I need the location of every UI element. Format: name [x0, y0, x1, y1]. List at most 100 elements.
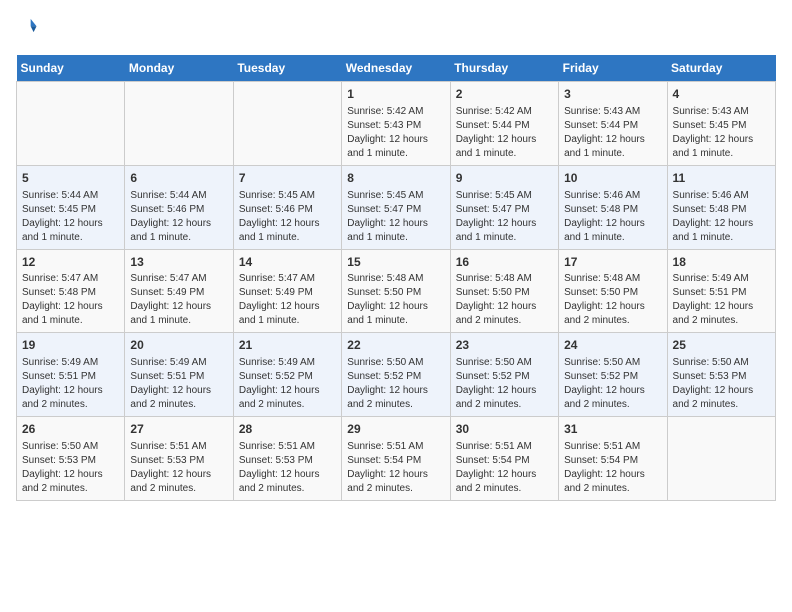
calendar-cell: 18Sunrise: 5:49 AM Sunset: 5:51 PM Dayli…	[667, 249, 775, 333]
calendar-cell: 12Sunrise: 5:47 AM Sunset: 5:48 PM Dayli…	[17, 249, 125, 333]
calendar-cell: 1 Sunrise: 5:42 AM Sunset: 5:43 PM Daylig…	[342, 82, 450, 166]
calendar-cell: 30 Sunrise: 5:51 AM Sunset: 5:54 PM Dayli…	[450, 417, 558, 501]
day-info: Sunrise: 5:46 AM Sunset: 5:48 PM Dayligh…	[673, 189, 770, 245]
calendar-cell: 25 Sunrise: 5:50 AM Sunset: 5:53 PM Dayli…	[667, 333, 775, 417]
day-number: 27	[130, 421, 227, 438]
day-number: 19	[22, 337, 119, 354]
day-number: 20	[130, 337, 227, 354]
day-number: 13	[130, 254, 227, 271]
day-number: 11	[673, 170, 770, 187]
day-number: 10	[564, 170, 661, 187]
calendar-week-row: 12Sunrise: 5:47 AM Sunset: 5:48 PM Dayli…	[17, 249, 776, 333]
calendar-cell: 23 Sunrise: 5:50 AM Sunset: 5:52 PM Dayli…	[450, 333, 558, 417]
day-number: 26	[22, 421, 119, 438]
day-number: 24	[564, 337, 661, 354]
logo	[16, 16, 40, 43]
calendar-cell: 27 Sunrise: 5:51 AM Sunset: 5:53 PM Dayli…	[125, 417, 233, 501]
day-info: Sunrise: 5:50 AM Sunset: 5:53 PM Dayligh…	[673, 356, 770, 412]
day-number: 28	[239, 421, 336, 438]
calendar-cell: 13Sunrise: 5:47 AM Sunset: 5:49 PM Dayli…	[125, 249, 233, 333]
day-info: Sunrise: 5:49 AM Sunset: 5:51 PM Dayligh…	[130, 356, 227, 412]
day-info: Sunrise: 5:51 AM Sunset: 5:54 PM Dayligh…	[347, 440, 444, 496]
calendar-cell: 6Sunrise: 5:44 AM Sunset: 5:46 PM Daylig…	[125, 165, 233, 249]
calendar-cell: 7 Sunrise: 5:45 AM Sunset: 5:46 PM Daylig…	[233, 165, 341, 249]
calendar-cell: 10 Sunrise: 5:46 AM Sunset: 5:48 PM Dayli…	[559, 165, 667, 249]
day-info: Sunrise: 5:43 AM Sunset: 5:45 PM Dayligh…	[673, 105, 770, 161]
calendar-cell	[667, 417, 775, 501]
calendar-cell: 29 Sunrise: 5:51 AM Sunset: 5:54 PM Dayli…	[342, 417, 450, 501]
calendar-cell: 21 Sunrise: 5:49 AM Sunset: 5:52 PM Dayli…	[233, 333, 341, 417]
day-info: Sunrise: 5:42 AM Sunset: 5:43 PM Dayligh…	[347, 105, 444, 161]
col-header-thursday: Thursday	[450, 55, 558, 82]
calendar-cell: 20 Sunrise: 5:49 AM Sunset: 5:51 PM Dayli…	[125, 333, 233, 417]
day-number: 22	[347, 337, 444, 354]
calendar-cell: 19 Sunrise: 5:49 AM Sunset: 5:51 PM Dayli…	[17, 333, 125, 417]
day-number: 23	[456, 337, 553, 354]
col-header-monday: Monday	[125, 55, 233, 82]
day-info: Sunrise: 5:49 AM Sunset: 5:51 PM Dayligh…	[22, 356, 119, 412]
calendar-cell: 8 Sunrise: 5:45 AM Sunset: 5:47 PM Daylig…	[342, 165, 450, 249]
calendar-cell: 26 Sunrise: 5:50 AM Sunset: 5:53 PM Dayli…	[17, 417, 125, 501]
day-number: 17	[564, 254, 661, 271]
day-number: 8	[347, 170, 444, 187]
day-info: Sunrise: 5:48 AM Sunset: 5:50 PM Dayligh…	[456, 272, 553, 328]
calendar-week-row: 1 Sunrise: 5:42 AM Sunset: 5:43 PM Daylig…	[17, 82, 776, 166]
day-number: 7	[239, 170, 336, 187]
day-info: Sunrise: 5:51 AM Sunset: 5:54 PM Dayligh…	[456, 440, 553, 496]
day-number: 16	[456, 254, 553, 271]
day-number: 3	[564, 86, 661, 103]
day-info: Sunrise: 5:51 AM Sunset: 5:54 PM Dayligh…	[564, 440, 661, 496]
day-number: 2	[456, 86, 553, 103]
col-header-saturday: Saturday	[667, 55, 775, 82]
col-header-wednesday: Wednesday	[342, 55, 450, 82]
day-info: Sunrise: 5:50 AM Sunset: 5:52 PM Dayligh…	[347, 356, 444, 412]
day-info: Sunrise: 5:46 AM Sunset: 5:48 PM Dayligh…	[564, 189, 661, 245]
calendar-cell: 24 Sunrise: 5:50 AM Sunset: 5:52 PM Dayli…	[559, 333, 667, 417]
day-number: 9	[456, 170, 553, 187]
day-info: Sunrise: 5:49 AM Sunset: 5:51 PM Dayligh…	[673, 272, 770, 328]
day-number: 4	[673, 86, 770, 103]
day-info: Sunrise: 5:50 AM Sunset: 5:52 PM Dayligh…	[456, 356, 553, 412]
calendar-cell: 22 Sunrise: 5:50 AM Sunset: 5:52 PM Dayli…	[342, 333, 450, 417]
calendar-cell: 3 Sunrise: 5:43 AM Sunset: 5:44 PM Daylig…	[559, 82, 667, 166]
calendar-cell	[233, 82, 341, 166]
calendar-cell: 28 Sunrise: 5:51 AM Sunset: 5:53 PM Dayli…	[233, 417, 341, 501]
day-number: 1	[347, 86, 444, 103]
day-info: Sunrise: 5:50 AM Sunset: 5:52 PM Dayligh…	[564, 356, 661, 412]
calendar-week-row: 5 Sunrise: 5:44 AM Sunset: 5:45 PM Daylig…	[17, 165, 776, 249]
calendar-header-row: SundayMondayTuesdayWednesdayThursdayFrid…	[17, 55, 776, 82]
day-info: Sunrise: 5:43 AM Sunset: 5:44 PM Dayligh…	[564, 105, 661, 161]
day-number: 25	[673, 337, 770, 354]
day-number: 21	[239, 337, 336, 354]
day-number: 31	[564, 421, 661, 438]
day-number: 5	[22, 170, 119, 187]
day-info: Sunrise: 5:51 AM Sunset: 5:53 PM Dayligh…	[239, 440, 336, 496]
day-number: 30	[456, 421, 553, 438]
col-header-tuesday: Tuesday	[233, 55, 341, 82]
day-info: Sunrise: 5:50 AM Sunset: 5:53 PM Dayligh…	[22, 440, 119, 496]
page-header	[16, 16, 776, 43]
day-info: Sunrise: 5:44 AM Sunset: 5:46 PM Dayligh…	[130, 189, 227, 245]
day-info: Sunrise: 5:51 AM Sunset: 5:53 PM Dayligh…	[130, 440, 227, 496]
calendar-cell: 5 Sunrise: 5:44 AM Sunset: 5:45 PM Daylig…	[17, 165, 125, 249]
day-info: Sunrise: 5:48 AM Sunset: 5:50 PM Dayligh…	[347, 272, 444, 328]
day-info: Sunrise: 5:47 AM Sunset: 5:49 PM Dayligh…	[130, 272, 227, 328]
day-info: Sunrise: 5:42 AM Sunset: 5:44 PM Dayligh…	[456, 105, 553, 161]
calendar-table: SundayMondayTuesdayWednesdayThursdayFrid…	[16, 55, 776, 501]
col-header-friday: Friday	[559, 55, 667, 82]
day-info: Sunrise: 5:44 AM Sunset: 5:45 PM Dayligh…	[22, 189, 119, 245]
day-info: Sunrise: 5:49 AM Sunset: 5:52 PM Dayligh…	[239, 356, 336, 412]
day-info: Sunrise: 5:47 AM Sunset: 5:49 PM Dayligh…	[239, 272, 336, 328]
day-number: 18	[673, 254, 770, 271]
day-info: Sunrise: 5:45 AM Sunset: 5:46 PM Dayligh…	[239, 189, 336, 245]
day-info: Sunrise: 5:45 AM Sunset: 5:47 PM Dayligh…	[347, 189, 444, 245]
day-info: Sunrise: 5:48 AM Sunset: 5:50 PM Dayligh…	[564, 272, 661, 328]
calendar-week-row: 19 Sunrise: 5:49 AM Sunset: 5:51 PM Dayli…	[17, 333, 776, 417]
col-header-sunday: Sunday	[17, 55, 125, 82]
logo-icon	[16, 16, 38, 38]
day-number: 12	[22, 254, 119, 271]
day-number: 29	[347, 421, 444, 438]
calendar-cell: 9Sunrise: 5:45 AM Sunset: 5:47 PM Daylig…	[450, 165, 558, 249]
calendar-cell	[125, 82, 233, 166]
calendar-week-row: 26 Sunrise: 5:50 AM Sunset: 5:53 PM Dayli…	[17, 417, 776, 501]
